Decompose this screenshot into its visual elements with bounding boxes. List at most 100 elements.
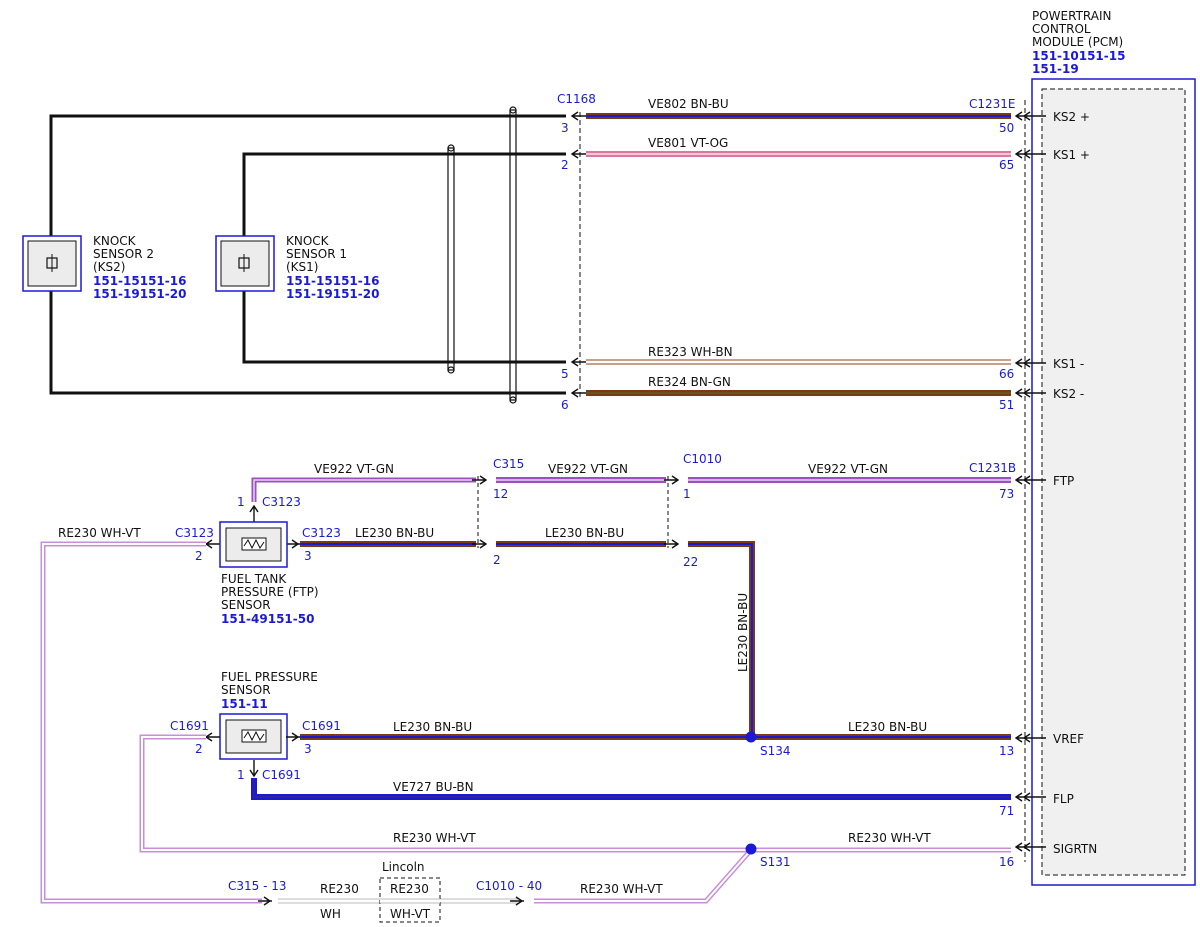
knock-sensor-1[interactable] xyxy=(215,235,275,292)
wire-re324: RE324 BN-GN xyxy=(648,375,731,389)
wire-wh-left: WH xyxy=(320,907,341,921)
c315-13-label[interactable]: C315 - 13 xyxy=(228,879,287,893)
fp-ref[interactable]: 151-11 xyxy=(221,697,268,711)
wire-re230-left: RE230 xyxy=(320,882,359,896)
pin-3-c1168: 3 xyxy=(561,121,569,135)
fp-line-1: FUEL PRESSURE xyxy=(221,670,318,684)
wire-le230-3: LE230 BN-BU xyxy=(393,720,472,734)
wire-ve922-2: VE922 VT-GN xyxy=(548,462,628,476)
ftp-line-2: PRESSURE (FTP) xyxy=(221,585,319,599)
knock-sensor-2[interactable] xyxy=(22,235,82,292)
c1231b-label[interactable]: C1231B xyxy=(969,461,1016,475)
splice-s134[interactable] xyxy=(745,731,757,743)
pin-2-c1691: 2 xyxy=(195,742,203,756)
pcm-pin-ks2-plus: KS2 + xyxy=(1053,110,1090,124)
pin-13: 13 xyxy=(999,744,1014,758)
pin-12-c315: 12 xyxy=(493,487,508,501)
pin-50: 50 xyxy=(999,121,1014,135)
wire-ve727: VE727 BU-BN xyxy=(393,780,474,794)
pin-1-c1691: 1 xyxy=(237,768,245,782)
c1168-arrows xyxy=(570,111,586,398)
pin-71: 71 xyxy=(999,804,1014,818)
pcm-title-2: CONTROL xyxy=(1032,22,1091,36)
lincoln-re230: RE230 xyxy=(390,882,429,896)
s134-label[interactable]: S134 xyxy=(760,744,791,758)
ks2-line-1: KNOCK xyxy=(93,234,137,248)
pin-2-c1168: 2 xyxy=(561,158,569,172)
pin-51: 51 xyxy=(999,398,1014,412)
wire-le230-vertical: LE230 BN-BU xyxy=(736,593,750,672)
wiring-diagram: POWERTRAIN CONTROL MODULE (PCM) 151-1015… xyxy=(22,9,1196,923)
ve727-wire xyxy=(251,778,1011,800)
pcm-ref-1[interactable]: 151-10151-15 xyxy=(1032,49,1125,63)
lincoln-label: Lincoln xyxy=(382,860,425,874)
wire-re230-ftp: RE230 WH-VT xyxy=(58,526,141,540)
le230-wire xyxy=(300,541,1011,740)
c1691-label-left[interactable]: C1691 xyxy=(170,719,209,733)
pin-1-c1010: 1 xyxy=(683,487,691,501)
pcm-pin-vref: VREF xyxy=(1053,732,1084,746)
pcm-pin-sigrtn: SIGRTN xyxy=(1053,842,1097,856)
ftp-line-3: SENSOR xyxy=(221,598,271,612)
ftp-sensor[interactable] xyxy=(219,521,288,568)
c1168-label[interactable]: C1168 xyxy=(557,92,596,106)
ks2-ref-2[interactable]: 151-19151-20 xyxy=(93,287,186,301)
ks2-line-3: (KS2) xyxy=(93,260,125,274)
c1010-label[interactable]: C1010 xyxy=(683,452,722,466)
c315-label[interactable]: C315 xyxy=(493,457,524,471)
c1691-label-right[interactable]: C1691 xyxy=(302,719,341,733)
wire-ve922-1: VE922 VT-GN xyxy=(314,462,394,476)
ve922-wire xyxy=(251,477,1011,502)
pin-22-c1010: 22 xyxy=(683,555,698,569)
pcm-pin-ks1-minus: KS1 - xyxy=(1053,357,1084,371)
c1010-40-label[interactable]: C1010 - 40 xyxy=(476,879,542,893)
pcm-title-3: MODULE (PCM) xyxy=(1032,35,1123,49)
wire-le230-2: LE230 BN-BU xyxy=(545,526,624,540)
wire-le230-4: LE230 BN-BU xyxy=(848,720,927,734)
pcm-pin-ks2-minus: KS2 - xyxy=(1053,387,1084,401)
splice-s131[interactable] xyxy=(745,843,757,855)
ks1-ref-1[interactable]: 151-15151-16 xyxy=(286,274,379,288)
wire-re323: RE323 WH-BN xyxy=(648,345,733,359)
ks2-ref-1[interactable]: 151-15151-16 xyxy=(93,274,186,288)
wire-re230-pcm: RE230 WH-VT xyxy=(848,831,931,845)
pcm-pin-ftp: FTP xyxy=(1053,474,1074,488)
pin-16: 16 xyxy=(999,855,1014,869)
ks1-line-2: SENSOR 1 xyxy=(286,247,347,261)
pin-3-c3123: 3 xyxy=(304,549,312,563)
pin-3-c1691: 3 xyxy=(304,742,312,756)
wire-re230-fp: RE230 WH-VT xyxy=(393,831,476,845)
ks2-line-2: SENSOR 2 xyxy=(93,247,154,261)
ks1-line-3: (KS1) xyxy=(286,260,318,274)
ks1-line-1: KNOCK xyxy=(286,234,330,248)
wire-ve801: VE801 VT-OG xyxy=(648,136,728,150)
pin-65: 65 xyxy=(999,158,1014,172)
lincoln-whvt: WH-VT xyxy=(390,907,431,921)
wire-re230-bottom: RE230 WH-VT xyxy=(580,882,663,896)
c3123-label-right[interactable]: C3123 xyxy=(302,526,341,540)
c3123-label-left[interactable]: C3123 xyxy=(175,526,214,540)
ftp-line-1: FUEL TANK xyxy=(221,572,287,586)
pcm-ref-2[interactable]: 151-19 xyxy=(1032,62,1079,76)
fp-sensor[interactable] xyxy=(219,713,288,760)
wire-le230-1: LE230 BN-BU xyxy=(355,526,434,540)
s131-label[interactable]: S131 xyxy=(760,855,791,869)
c3123-label-top[interactable]: C3123 xyxy=(262,495,301,509)
pin-5-c1168: 5 xyxy=(561,367,569,381)
fp-line-2: SENSOR xyxy=(221,683,271,697)
pin-1-c3123: 1 xyxy=(237,495,245,509)
shield-lines xyxy=(447,106,517,404)
pcm-title-1: POWERTRAIN xyxy=(1032,9,1112,23)
pcm-pin-flp: FLP xyxy=(1053,792,1074,806)
wire-ve922-3: VE922 VT-GN xyxy=(808,462,888,476)
pin-73: 73 xyxy=(999,487,1014,501)
pin-2-c315: 2 xyxy=(493,553,501,567)
ftp-ref[interactable]: 151-49151-50 xyxy=(221,612,314,626)
pcm-pin-ks1-plus: KS1 + xyxy=(1053,148,1090,162)
c1691-label-bottom[interactable]: C1691 xyxy=(262,768,301,782)
ks1-ref-2[interactable]: 151-19151-20 xyxy=(286,287,379,301)
pin-66: 66 xyxy=(999,367,1014,381)
c1231e-label[interactable]: C1231E xyxy=(969,97,1016,111)
wire-ve802: VE802 BN-BU xyxy=(648,97,729,111)
pin-2-c3123: 2 xyxy=(195,549,203,563)
